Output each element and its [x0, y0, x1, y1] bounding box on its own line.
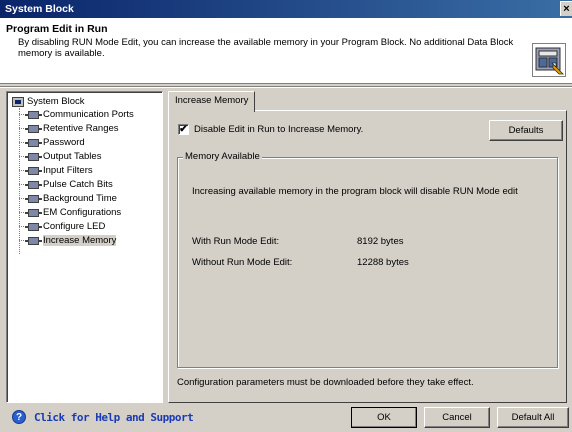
- module-icon: [25, 138, 42, 147]
- tree-item-input-filters[interactable]: Input Filters: [19, 164, 93, 177]
- defaults-button[interactable]: Defaults: [489, 120, 563, 141]
- tree-item-label: Communication Ports: [43, 109, 134, 120]
- tree-item-em-configurations[interactable]: EM Configurations: [19, 206, 121, 219]
- memory-available-label: Memory Available: [183, 151, 262, 162]
- tree-item-label: Output Tables: [43, 151, 102, 162]
- memory-info-text: Increasing available memory in the progr…: [192, 186, 518, 197]
- header-title: Program Edit in Run: [6, 23, 108, 35]
- tree-item-label: Increase Memory: [43, 235, 117, 246]
- header-description: By disabling RUN Mode Edit, you can incr…: [18, 37, 514, 59]
- tree-item-label: Password: [43, 137, 85, 148]
- module-icon: [25, 208, 42, 217]
- close-icon[interactable]: ×: [560, 1, 572, 16]
- module-icon: [25, 110, 42, 119]
- dialog-header: Program Edit in Run By disabling RUN Mod…: [0, 18, 572, 84]
- without-run-mode-edit-value: 12288 bytes: [357, 257, 409, 268]
- tab-increase-memory[interactable]: Increase Memory: [168, 91, 256, 112]
- tab-strip: Increase Memory: [168, 91, 568, 112]
- tree-item-label: Input Filters: [43, 165, 93, 176]
- module-icon: [25, 194, 42, 203]
- tree-item-label: Retentive Ranges: [43, 123, 119, 134]
- tree-item-communication-ports[interactable]: Communication Ports: [19, 108, 134, 121]
- module-icon: [25, 166, 42, 175]
- default-all-button[interactable]: Default All: [497, 407, 569, 428]
- disable-edit-label: Disable Edit in Run to Increase Memory.: [194, 124, 364, 135]
- header-separator: [0, 86, 572, 88]
- title-bar: System Block ×: [0, 0, 572, 18]
- with-run-mode-edit-label: With Run Mode Edit:: [192, 236, 280, 247]
- plc-memory-icon: [532, 43, 566, 77]
- cancel-button[interactable]: Cancel: [424, 407, 490, 428]
- help-icon[interactable]: ?: [12, 410, 26, 424]
- system-block-tree[interactable]: System Block Communication Ports Retenti…: [6, 91, 163, 403]
- system-block-icon: [12, 96, 24, 107]
- with-run-mode-edit-value: 8192 bytes: [357, 236, 404, 247]
- tree-item-label: EM Configurations: [43, 207, 122, 218]
- tree-item-label: Background Time: [43, 193, 117, 204]
- tree-item-increase-memory[interactable]: Increase Memory: [19, 234, 117, 247]
- module-icon: [25, 180, 42, 189]
- disable-edit-checkbox[interactable]: ✔: [178, 124, 189, 135]
- window-title: System Block: [5, 3, 74, 15]
- module-icon: [25, 152, 42, 161]
- disable-edit-checkbox-row[interactable]: ✔ Disable Edit in Run to Increase Memory…: [178, 124, 363, 135]
- module-icon: [25, 124, 42, 133]
- ok-button[interactable]: OK: [351, 407, 417, 428]
- module-icon: [25, 236, 42, 245]
- tree-item-label: Configure LED: [43, 221, 106, 232]
- tree-item-label: Pulse Catch Bits: [43, 179, 113, 190]
- tree-root-label: System Block: [27, 96, 85, 107]
- tree-item-password[interactable]: Password: [19, 136, 85, 149]
- tree-item-background-time[interactable]: Background Time: [19, 192, 117, 205]
- help-link[interactable]: ? Click for Help and Support: [12, 410, 194, 424]
- tree-item-configure-led[interactable]: Configure LED: [19, 220, 105, 233]
- config-note: Configuration parameters must be downloa…: [177, 377, 474, 388]
- tree-item-retentive-ranges[interactable]: Retentive Ranges: [19, 122, 119, 135]
- without-run-mode-edit-label: Without Run Mode Edit:: [192, 257, 293, 268]
- tree-root-system-block[interactable]: System Block: [12, 95, 85, 108]
- help-link-text[interactable]: Click for Help and Support: [34, 411, 194, 424]
- tree-item-output-tables[interactable]: Output Tables: [19, 150, 101, 163]
- tree-item-pulse-catch-bits[interactable]: Pulse Catch Bits: [19, 178, 113, 191]
- module-icon: [25, 222, 42, 231]
